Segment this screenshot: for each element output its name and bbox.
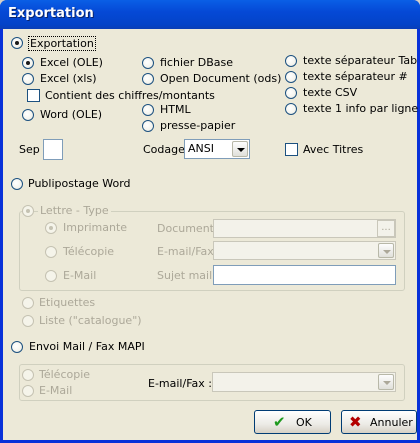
liste-label: Liste ("catalogue") [39,314,142,327]
envoi-email-radio[interactable] [22,385,34,397]
ods-label: Open Document (ods) [160,72,282,85]
avec-titres-checkbox[interactable] [285,143,298,156]
publi-email-fax-label: E-mail/Fax : [157,245,221,258]
telecopie-radio[interactable] [45,246,57,258]
dbase-radio[interactable] [142,57,154,69]
telecopie-label: Télécopie [63,245,115,258]
word-ole-radio[interactable] [22,109,34,121]
sujet-input[interactable] [213,265,396,285]
cancel-button[interactable]: ✖ Annuler [341,410,417,434]
one-per-line-radio[interactable] [285,103,297,115]
csv-label: texte CSV [303,86,358,99]
ods-radio[interactable] [142,73,154,85]
imprimante-radio[interactable] [45,222,57,234]
envoi-email-label: E-Mail [39,384,73,397]
export-dialog: Exportation Exportation Excel (OLE) Exce… [0,0,420,443]
etiquettes-radio[interactable] [22,297,34,309]
check-icon: ✔ [273,413,286,431]
browse-button[interactable]: ... [377,220,395,237]
tab-separator-label: texte séparateur Tab [303,54,418,67]
word-ole-label: Word (OLE) [40,108,103,121]
imprimante-label: Imprimante [63,221,128,234]
dbase-label: fichier DBase [160,56,234,69]
html-radio[interactable] [142,104,154,116]
envoi-email-fax-label: E-mail/Fax : [148,377,212,390]
lettre-type-label: Lettre - Type [38,204,111,217]
envoi-email-fax-select[interactable] [212,372,396,392]
excel-ole-label: Excel (OLE) [40,56,103,69]
cancel-label: Annuler [370,416,413,429]
title-bar[interactable]: Exportation [0,0,420,29]
publipostage-radio[interactable] [11,178,23,190]
clipboard-radio[interactable] [142,120,154,132]
codage-value: ANSI [188,142,214,155]
sujet-label: Sujet mail : [157,269,220,282]
email-label: E-Mail [63,269,97,282]
codage-select[interactable]: ANSI [184,139,250,159]
document-input[interactable] [213,219,396,238]
hash-separator-radio[interactable] [285,71,297,83]
chevron-down-icon[interactable] [378,374,394,390]
publi-email-fax-select[interactable] [213,241,396,260]
sep-label: Sep [19,143,40,156]
exportation-radio[interactable] [11,37,23,49]
window-title: Exportation [8,6,94,21]
excel-ole-radio[interactable] [22,57,34,69]
one-per-line-label: texte 1 info par ligne [303,102,419,115]
envoi-mapi-label: Envoi Mail / Fax MAPI [29,340,145,353]
hash-separator-label: texte séparateur # [303,70,408,83]
excel-xls-label: Excel (xls) [40,72,97,85]
ok-button[interactable]: ✔ OK [254,410,331,434]
contains-numbers-checkbox[interactable] [27,89,40,102]
excel-xls-radio[interactable] [22,73,34,85]
contains-numbers-label: Contient des chiffres/montants [45,89,215,102]
clipboard-label: presse-papier [160,119,236,132]
codage-label: Codage [143,143,185,156]
envoi-telecopie-radio[interactable] [22,369,34,381]
envoi-telecopie-label: Télécopie [39,368,91,381]
close-icon: ✖ [349,413,362,431]
csv-radio[interactable] [285,87,297,99]
html-label: HTML [160,103,191,116]
liste-radio[interactable] [22,315,34,327]
ok-label: OK [296,416,312,429]
chevron-down-icon[interactable] [378,243,394,258]
chevron-down-icon[interactable] [232,141,248,157]
email-radio[interactable] [45,270,57,282]
avec-titres-label: Avec Titres [303,143,364,156]
etiquettes-label: Etiquettes [39,296,96,309]
exportation-label: Exportation [28,36,96,51]
document-label: Document : [157,222,222,235]
lettre-type-radio[interactable] [22,205,34,217]
envoi-mapi-radio[interactable] [11,341,23,353]
tab-separator-radio[interactable] [285,55,297,67]
publipostage-label: Publipostage Word [28,177,131,190]
sep-input[interactable] [43,139,63,160]
